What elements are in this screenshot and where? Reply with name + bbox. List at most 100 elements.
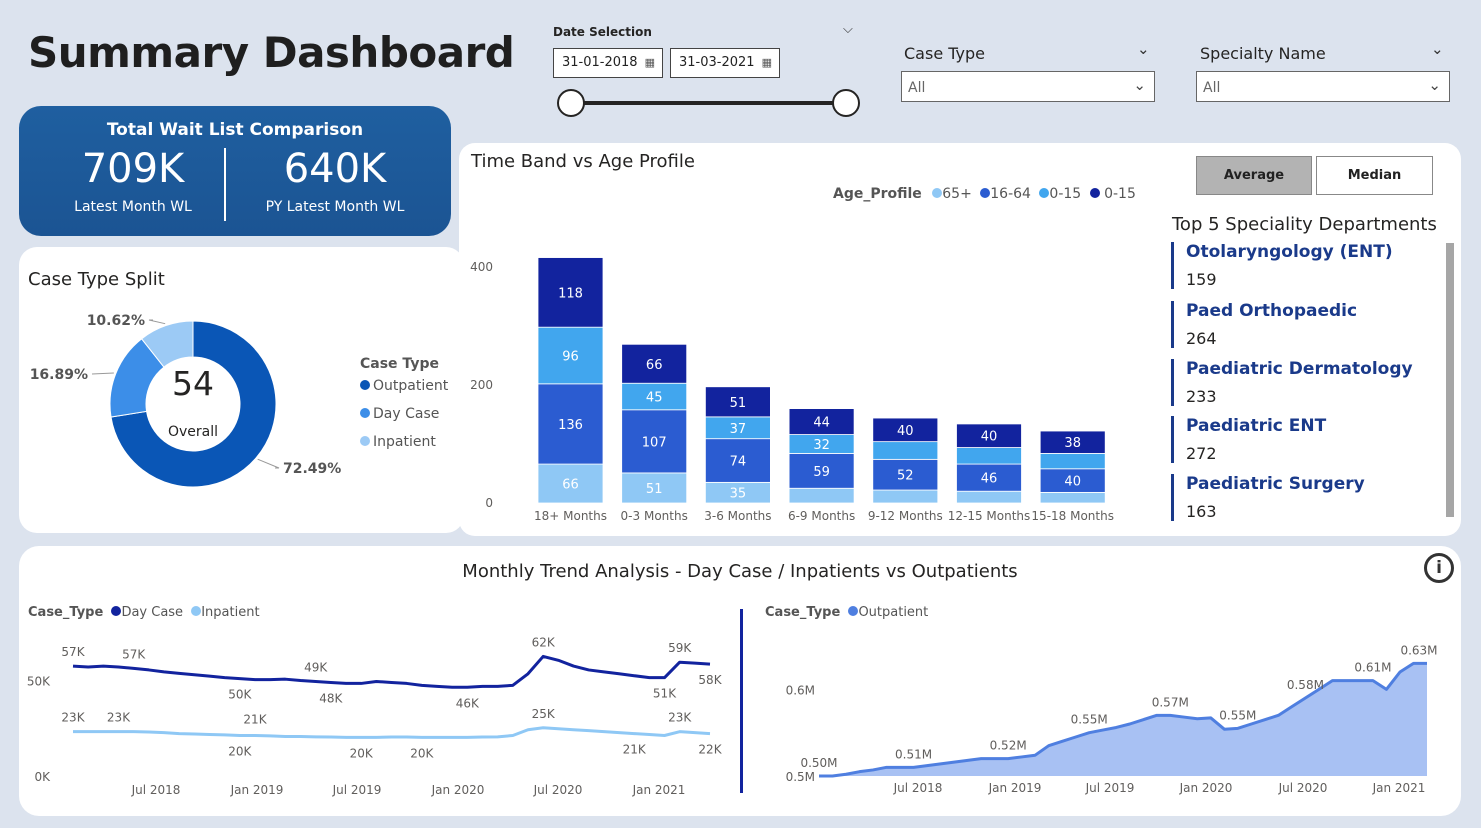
speciality-value: 272 <box>1186 444 1217 463</box>
list-item[interactable]: Otolaryngology (ENT) 159 <box>1171 242 1431 289</box>
list-item[interactable]: Paediatric Dermatology 233 <box>1171 359 1431 406</box>
donut-data-label: 16.89% <box>30 367 88 383</box>
bar-data-label: 136 <box>558 418 583 433</box>
legend-label: Day Case <box>121 605 184 620</box>
area-data-label: 0.50M <box>800 756 837 770</box>
date-slider-end-handle[interactable] <box>832 89 860 117</box>
y-tick-label: 200 <box>470 378 493 392</box>
case-type-dropdown[interactable]: All ⌄ <box>901 71 1155 102</box>
chevron-down-icon[interactable]: ⌄ <box>1431 40 1444 58</box>
bar-segment <box>956 490 1022 504</box>
legend-dot <box>191 606 202 616</box>
y-tick-label: 0.5M <box>786 770 815 784</box>
calendar-icon[interactable]: ▦ <box>645 56 655 69</box>
py-latest-month-label: PY Latest Month WL <box>265 199 405 215</box>
donut-label-leader <box>91 372 114 375</box>
specialty-name-label: Specialty Name <box>1200 44 1326 63</box>
legend-dot <box>1089 188 1100 198</box>
y-tick-label: 0K <box>34 770 51 784</box>
kpi-divider <box>224 148 226 221</box>
specialty-name-dropdown[interactable]: All ⌄ <box>1196 71 1450 102</box>
legend-item-16-64[interactable]: 16-64 <box>976 186 1031 202</box>
legend-item-outpatient[interactable]: Outpatient <box>844 605 928 620</box>
bar-segment <box>872 441 939 460</box>
line-data-label: 23K <box>668 711 692 725</box>
legend-title: Case_Type <box>765 605 841 620</box>
bar-data-label: 38 <box>1064 436 1081 451</box>
line-data-label: 21K <box>623 743 647 757</box>
case-type-legend: Case Type Outpatient Day Case Inpatient <box>360 356 448 450</box>
bar-data-label: 66 <box>646 358 663 373</box>
bar-segment <box>956 447 1022 465</box>
top5-scrollbar[interactable] <box>1446 243 1454 517</box>
trend-divider <box>740 609 743 793</box>
date-selection-slicer[interactable]: Date Selection ⌵ 31-01-2018 ▦ 31-03-2021… <box>553 22 863 122</box>
list-item[interactable]: Paed Orthopaedic 264 <box>1171 301 1431 348</box>
end-date-field[interactable]: 31-03-2021 ▦ <box>670 48 780 78</box>
date-slider-start-handle[interactable] <box>557 89 585 117</box>
donut-data-label: 10.62% <box>87 313 145 329</box>
legend-label: Outpatient <box>858 605 929 620</box>
left-trend-legend: Case_Type Day Case Inpatient <box>28 605 260 620</box>
area-data-label: 0.51M <box>895 747 932 761</box>
bar-data-label: 51 <box>730 396 747 411</box>
legend-dot <box>848 606 859 616</box>
x-tick-label: 9-12 Months <box>868 509 943 523</box>
time-band-bar-chart: 0 200 400 66 136 96 118 18+ Months 51 107 45 66 0-3 … <box>470 257 1114 523</box>
list-item[interactable]: Paediatric Surgery 163 <box>1171 474 1431 521</box>
legend-dot <box>1039 188 1050 198</box>
latest-month-label: Latest Month WL <box>74 199 192 215</box>
donut-data-label: 72.49% <box>283 461 341 477</box>
legend-item-day-case[interactable]: Day Case <box>107 605 183 620</box>
latest-month-value: 709K <box>81 146 185 192</box>
line-data-label: 20K <box>410 746 434 760</box>
legend-label: Outpatient <box>373 378 449 394</box>
donut-label-leader <box>148 319 166 325</box>
legend-item-inpatient[interactable]: Inpatient <box>360 434 448 450</box>
legend-item-0-15-b[interactable]: 0-15 <box>1086 186 1136 202</box>
speciality-value: 264 <box>1186 329 1217 348</box>
end-date-value: 31-03-2021 <box>679 55 755 70</box>
x-tick-label: 3-6 Months <box>704 509 771 523</box>
line-data-label: 62K <box>532 636 556 649</box>
y-tick-label: 0 <box>485 496 493 510</box>
legend-dot <box>360 408 370 418</box>
average-button[interactable]: Average <box>1196 156 1312 195</box>
line-data-label: 59K <box>668 641 692 655</box>
bar-data-label: 32 <box>813 438 830 453</box>
median-button[interactable]: Median <box>1316 156 1433 195</box>
legend-dot <box>980 188 991 198</box>
monthly-trend-card: Monthly Trend Analysis - Day Case / Inpa… <box>19 546 1461 816</box>
legend-item-outpatient[interactable]: Outpatient <box>360 378 448 394</box>
calendar-icon[interactable]: ▦ <box>762 56 772 69</box>
case-type-donut-chart: 54 Overall 72.49% 16.89% 10.62% <box>30 313 341 488</box>
y-tick-label: 400 <box>470 260 493 274</box>
wait-list-comparison-card: Total Wait List Comparison 709K Latest M… <box>19 106 451 236</box>
start-date-field[interactable]: 31-01-2018 ▦ <box>553 48 663 78</box>
speciality-name: Paed Orthopaedic <box>1186 301 1358 321</box>
speciality-value: 163 <box>1186 502 1217 521</box>
x-tick-label: Jan 2020 <box>1179 781 1233 795</box>
bar-segment <box>788 487 855 504</box>
speciality-value: 233 <box>1186 387 1217 406</box>
bar-data-label: 40 <box>897 424 914 439</box>
list-item[interactable]: Paediatric ENT 272 <box>1171 416 1431 463</box>
bar-data-label: 107 <box>642 435 667 450</box>
area-data-label: 0.55M <box>1219 708 1256 722</box>
info-icon[interactable]: i <box>1424 553 1454 583</box>
x-tick-label: 0-3 Months <box>621 509 688 523</box>
specialty-name-value: All <box>1203 80 1221 96</box>
legend-item-day-case[interactable]: Day Case <box>360 406 448 422</box>
line-data-label: 48K <box>319 691 343 705</box>
legend-item-0-15[interactable]: 0-15 <box>1035 186 1081 202</box>
date-slider-track[interactable] <box>571 101 847 105</box>
line-data-label: 23K <box>107 711 131 725</box>
bar-data-label: 35 <box>730 487 747 502</box>
chevron-down-icon: ⌄ <box>1133 76 1146 94</box>
chevron-down-icon[interactable]: ⌄ <box>1137 40 1150 58</box>
start-date-value: 31-01-2018 <box>562 55 638 70</box>
chevron-down-icon[interactable]: ⌵ <box>843 22 853 37</box>
legend-item-inpatient[interactable]: Inpatient <box>187 605 260 620</box>
legend-item-65plus[interactable]: 65+ <box>926 186 972 202</box>
x-tick-label: 6-9 Months <box>788 509 855 523</box>
